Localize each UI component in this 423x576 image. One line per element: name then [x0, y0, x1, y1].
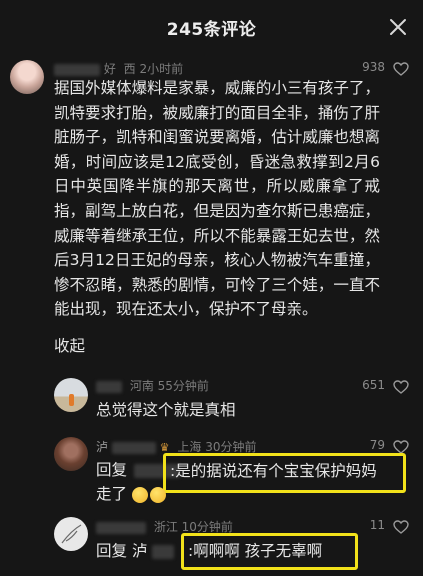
comments-header: 245条评论 — [0, 0, 423, 54]
close-icon[interactable] — [387, 16, 409, 38]
like-count: 651 — [362, 378, 385, 392]
heart-icon[interactable] — [393, 439, 409, 454]
comment-location-time: 西 2小时前 — [123, 62, 184, 76]
highlighted-reply-text: :啊啊啊 孩子无辜啊 — [188, 542, 323, 560]
heart-icon[interactable] — [393, 61, 409, 76]
comment-meta: 好 西 2小时前 — [54, 60, 183, 77]
blurred-username — [96, 380, 122, 393]
comments-count-title: 245条评论 — [166, 19, 257, 40]
blurred-username — [111, 441, 156, 454]
reply-location-time: 上海 30分钟前 — [177, 440, 257, 454]
avatar[interactable] — [54, 378, 88, 412]
username-suffix: 好 — [103, 62, 116, 76]
blurred-username — [96, 521, 146, 534]
reply-body: 总觉得这个就是真相 — [96, 401, 236, 419]
highlighted-reply-text: :是的据说还有个宝宝保护妈妈 — [170, 462, 377, 480]
comment-body: 据国外媒体爆料是家暴，威廉的小三有孩子了，凯特要求打胎，被威廉打的面目全非，捅伤… — [54, 79, 380, 319]
reply-body-line1: 回复 泸 — [96, 539, 175, 561]
blurred-mention — [152, 544, 175, 559]
heart-icon[interactable] — [393, 379, 409, 394]
like-count: 938 — [362, 60, 385, 74]
reply-user-initial: 泸 — [131, 542, 148, 560]
blurred-username — [54, 63, 100, 76]
reply-prefix: 回复 — [96, 542, 128, 560]
crying-emoji-icon — [149, 486, 166, 503]
heart-icon[interactable] — [393, 519, 409, 534]
collapse-link[interactable]: 收起 — [54, 334, 85, 356]
reply-body-line2: 走了 — [96, 482, 168, 504]
like-count: 79 — [369, 438, 385, 452]
like-count: 11 — [369, 518, 385, 532]
avatar[interactable] — [10, 60, 44, 94]
avatar[interactable] — [54, 517, 88, 551]
avatar[interactable] — [54, 437, 88, 471]
reply-meta: 河南 55分钟前 — [96, 377, 209, 394]
reply-user-initial: 泸 — [96, 440, 109, 454]
reply-location-time: 浙江 10分钟前 — [153, 520, 233, 534]
reply-prefix: 回复 — [96, 461, 128, 479]
reply-continuation: 走了 — [96, 485, 128, 503]
crying-emoji-icon — [131, 486, 148, 503]
reply-location-time: 河南 55分钟前 — [129, 379, 209, 393]
